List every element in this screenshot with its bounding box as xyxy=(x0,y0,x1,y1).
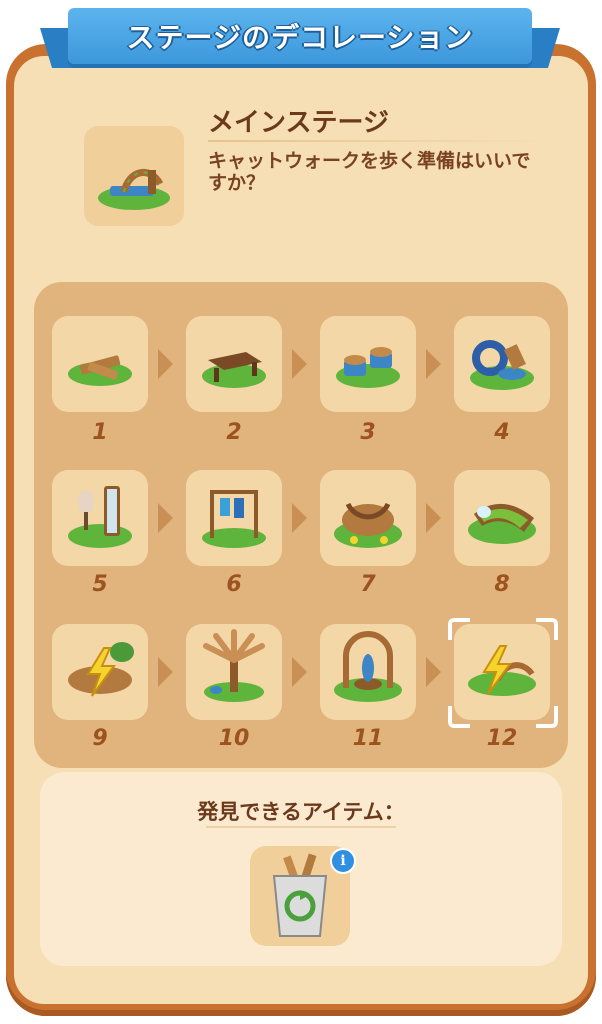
items-title: 発見できるアイテム： xyxy=(197,800,405,824)
step-tile-5[interactable] xyxy=(52,470,148,566)
step-arrow xyxy=(426,503,441,533)
step-arrow xyxy=(292,503,307,533)
step-arrow xyxy=(426,657,441,687)
lightning-stage-icon xyxy=(68,642,134,697)
wooden-planks-icon xyxy=(68,355,132,386)
step-number: 7 xyxy=(360,572,376,597)
step-tile-4[interactable] xyxy=(454,316,550,412)
info-icon[interactable]: i xyxy=(330,848,356,874)
step-tile-2[interactable] xyxy=(186,316,282,412)
catwalk-stage-icon xyxy=(84,126,184,226)
stage-description: キャットウォークを歩く準備はいいですか？ xyxy=(208,150,531,194)
stage-title: メインステージ xyxy=(208,108,389,138)
arch-statue-icon xyxy=(334,631,402,702)
step-number: 5 xyxy=(92,572,108,597)
step-number: 11 xyxy=(352,726,384,751)
step-number: 12 xyxy=(486,726,518,751)
dialog-title: ステージのデコレーション xyxy=(126,21,474,54)
step-tile-3[interactable] xyxy=(320,316,416,412)
step-number: 6 xyxy=(226,572,242,597)
step-tile-6[interactable] xyxy=(186,470,282,566)
step-tile-11[interactable] xyxy=(320,624,416,720)
step-tile-8[interactable] xyxy=(454,470,550,566)
palm-tree-icon xyxy=(203,629,265,702)
round-stage-icon xyxy=(334,502,402,548)
step-number: 4 xyxy=(494,420,510,445)
step-arrow xyxy=(426,349,441,379)
bench-icon xyxy=(202,352,266,388)
step-tile-1[interactable] xyxy=(52,316,148,412)
step-arrow xyxy=(158,349,173,379)
step-tile-9[interactable] xyxy=(52,624,148,720)
title-banner: ステージのデコレーション xyxy=(40,8,560,68)
step-number: 10 xyxy=(218,726,250,751)
mannequin-mirror-icon xyxy=(68,486,132,548)
tire-planter-icon xyxy=(470,340,534,390)
barrel-seats-icon xyxy=(336,347,400,388)
step-number: 9 xyxy=(92,726,108,751)
banner-body: ステージのデコレーション xyxy=(68,8,532,64)
step-number: 2 xyxy=(226,420,242,445)
step-tile-7[interactable] xyxy=(320,470,416,566)
items-divider xyxy=(206,826,396,828)
step-number: 8 xyxy=(494,572,510,597)
step-arrow xyxy=(292,349,307,379)
step-arrow xyxy=(158,503,173,533)
clothes-rack-icon xyxy=(202,490,266,548)
step-tile-10[interactable] xyxy=(186,624,282,720)
green-runway-icon xyxy=(468,503,536,544)
step-arrow xyxy=(292,657,307,687)
step-number: 3 xyxy=(360,420,376,445)
step-number: 1 xyxy=(92,420,108,445)
step-arrow xyxy=(158,657,173,687)
title-divider xyxy=(208,140,548,142)
